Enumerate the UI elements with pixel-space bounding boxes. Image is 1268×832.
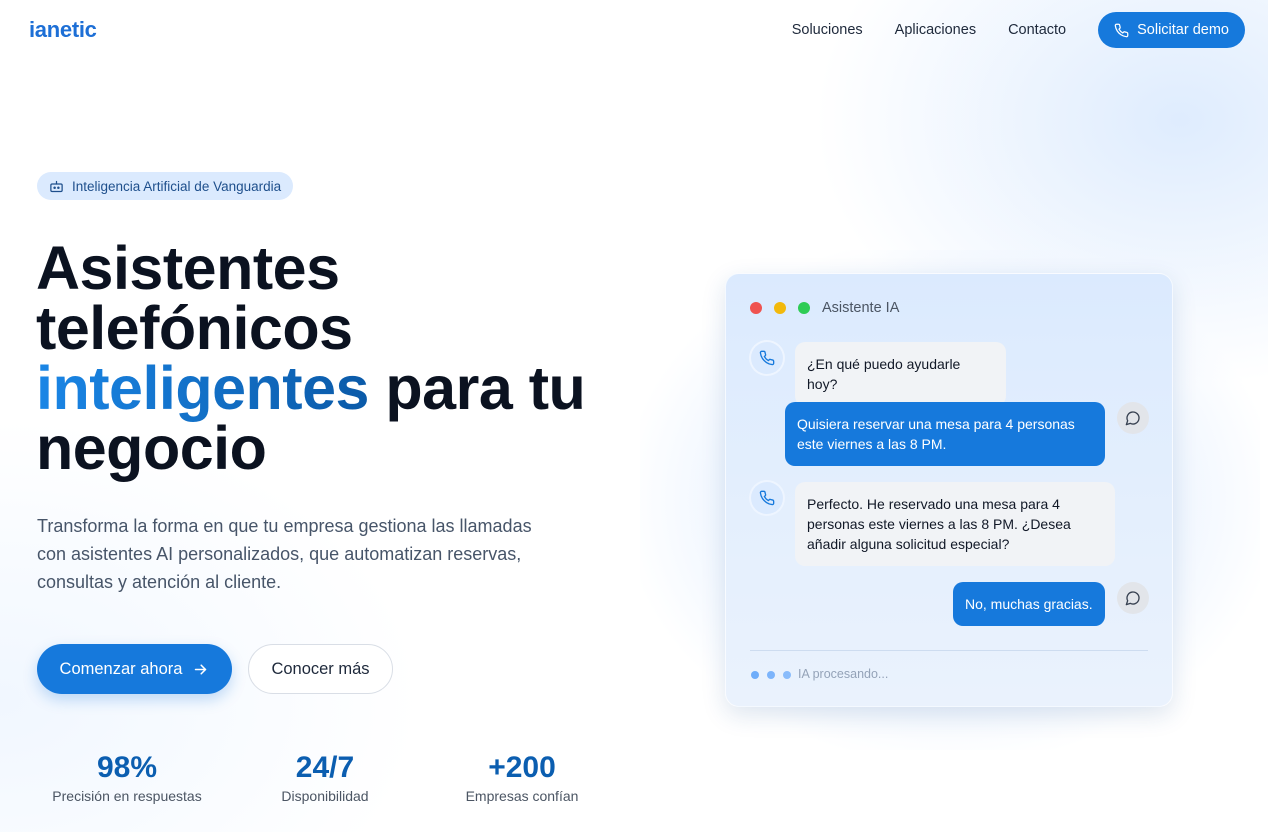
user-avatar (1117, 582, 1149, 614)
nav-links: Soluciones Aplicaciones Contacto Solicit… (792, 12, 1245, 48)
top-navigation: ianetic Soluciones Aplicaciones Contacto… (0, 0, 1268, 60)
start-now-button[interactable]: Comenzar ahora (37, 644, 232, 694)
processing-dot (783, 671, 791, 679)
stat-label: Disponibilidad (281, 788, 369, 804)
hero-badge-label: Inteligencia Artificial de Vanguardia (72, 178, 282, 194)
processing-dot (751, 671, 759, 679)
hero-title-line3-rest: para tu (368, 354, 586, 422)
processing-status: IA procesando... (798, 667, 889, 681)
phone-icon (759, 350, 775, 366)
stat-value: +200 (488, 751, 556, 784)
nav-link-soluciones[interactable]: Soluciones (792, 22, 863, 38)
hero-title-accent: inteligentes (36, 354, 369, 422)
stat-label: Empresas confían (465, 788, 579, 804)
chat-window: Asistente IA ¿En qué puedo ayudarle hoy?… (725, 273, 1173, 707)
hero-description: Transforma la forma en que tu empresa ge… (37, 516, 532, 592)
user-avatar (1117, 402, 1149, 434)
chat-message-assistant: Perfecto. He reservado una mesa para 4 p… (795, 482, 1115, 566)
chat-message-user: No, muchas gracias. (953, 582, 1105, 626)
stat-label: Precisión en respuestas (52, 788, 202, 804)
assistant-avatar (751, 482, 783, 514)
stat-value: 24/7 (295, 751, 355, 784)
chat-bubble-icon (1125, 411, 1140, 426)
stat-companies: +200 Empresas confían (432, 750, 612, 804)
chat-message-user: Quisiera reservar una mesa para 4 person… (785, 402, 1105, 466)
stat-value: 98% (96, 751, 158, 784)
stat-precision: 98% Precisión en respuestas (37, 750, 217, 804)
hero-title: Asistentes telefónicos inteligentes para… (36, 238, 616, 479)
window-dot-green (798, 302, 810, 314)
chat-divider (750, 650, 1148, 651)
request-demo-button[interactable]: Solicitar demo (1098, 12, 1245, 48)
phone-icon (759, 490, 775, 506)
window-dot-red (750, 302, 762, 314)
request-demo-label: Solicitar demo (1137, 22, 1229, 38)
arrow-right-icon (195, 663, 207, 675)
window-dot-yellow (774, 302, 786, 314)
nav-link-contacto[interactable]: Contacto (1008, 22, 1066, 38)
hero-title-line4: negocio (36, 414, 267, 482)
start-now-label: Comenzar ahora (59, 659, 183, 678)
chat-bubble-icon (1125, 591, 1140, 606)
hero-badge: Inteligencia Artificial de Vanguardia (37, 172, 294, 200)
nav-link-aplicaciones[interactable]: Aplicaciones (895, 22, 976, 38)
chat-window-title: Asistente IA (822, 300, 900, 316)
bot-icon (50, 180, 63, 192)
hero-title-line2: telefónicos (36, 294, 353, 362)
chat-message-assistant: ¿En qué puedo ayudarle hoy? (795, 342, 1006, 406)
learn-more-button[interactable]: Conocer más (248, 644, 393, 694)
processing-dot (767, 671, 775, 679)
hero-title-line1: Asistentes (36, 234, 340, 302)
stat-availability: 24/7 Disponibilidad (235, 750, 415, 804)
phone-icon (1114, 23, 1129, 37)
assistant-avatar (751, 342, 783, 374)
logo[interactable]: ianetic (29, 17, 97, 43)
